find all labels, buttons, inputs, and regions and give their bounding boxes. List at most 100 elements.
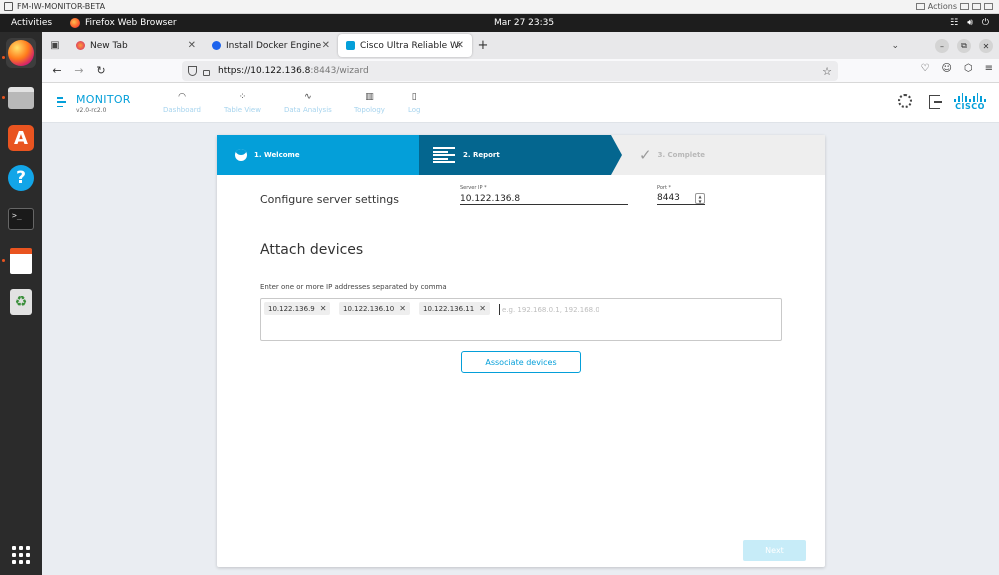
- app-brand[interactable]: MONITOR v2.0-rc2.0: [76, 93, 131, 114]
- trash-icon: ♻: [10, 289, 32, 315]
- ip-chip-label: 10.122.136.10: [343, 304, 395, 313]
- port-value: 8443: [657, 193, 680, 203]
- menu-icon[interactable]: [57, 97, 66, 107]
- nav-dashboard[interactable]: ◠ Dashboard: [163, 91, 201, 114]
- nav-label: Log: [408, 106, 421, 114]
- nav-table-view[interactable]: ⁘ Table View: [224, 91, 261, 114]
- cisco-favicon-icon: [346, 41, 355, 50]
- tab-title: Install Docker Engine on U: [226, 40, 324, 51]
- close-tab-icon[interactable]: ✕: [188, 40, 196, 51]
- vnc-close-icon[interactable]: [984, 3, 993, 10]
- cisco-wordmark: CISCO: [955, 102, 985, 111]
- browser-tab[interactable]: Install Docker Engine on U ✕: [204, 34, 338, 57]
- remove-chip-icon[interactable]: ✕: [320, 304, 327, 313]
- close-tab-icon[interactable]: ✕: [322, 40, 330, 51]
- ip-address-chip-input[interactable]: 10.122.136.9 ✕ 10.122.136.10 ✕ 10.122.13…: [260, 298, 782, 341]
- nav-topology[interactable]: ▥ Topology: [354, 91, 385, 114]
- map-icon: ▥: [365, 92, 374, 102]
- port-label: Port *: [657, 185, 672, 191]
- browser-tab-active[interactable]: Cisco Ultra Reliable Wirel ✕: [338, 34, 472, 57]
- browser-tab-strip: ▣ New Tab ✕ Install Docker Engine on U ✕…: [42, 32, 999, 59]
- dock-files[interactable]: [6, 83, 36, 113]
- step-complete[interactable]: ✓ 3. Complete: [639, 135, 825, 175]
- vnc-minimize-icon[interactable]: [960, 3, 969, 10]
- firefox-icon: [70, 18, 80, 28]
- forward-arrow-icon[interactable]: →: [68, 61, 90, 81]
- toolbar-icons: ♡ ☺ ⬡ ≡: [920, 63, 993, 74]
- port-input[interactable]: 8443 ▲ ▼: [657, 193, 705, 205]
- dock-trash[interactable]: ♻: [6, 287, 36, 317]
- step-report[interactable]: 2. Report: [419, 135, 611, 175]
- report-lines-icon: [433, 147, 455, 163]
- remove-chip-icon[interactable]: ✕: [479, 304, 486, 313]
- url-text: https://10.122.136.8:8443/wizard: [218, 66, 369, 76]
- logout-icon[interactable]: [929, 95, 942, 109]
- nav-label: Data Analysis: [284, 106, 332, 114]
- docker-favicon-icon: [212, 41, 221, 50]
- web-page: MONITOR v2.0-rc2.0 ◠ Dashboard ⁘ Table V…: [42, 83, 999, 575]
- close-window-icon[interactable]: ✕: [979, 39, 993, 53]
- bookmark-star-icon[interactable]: ☆: [822, 65, 832, 78]
- focused-app-menu[interactable]: Firefox Web Browser: [70, 18, 177, 28]
- app-name: MONITOR: [76, 93, 131, 106]
- config-section-title: Configure server settings: [260, 193, 399, 206]
- ip-chip-label: 10.122.136.9: [268, 304, 315, 313]
- list-all-tabs-icon[interactable]: ⌄: [891, 41, 899, 51]
- associate-devices-button[interactable]: Associate devices: [461, 351, 581, 373]
- tab-title: New Tab: [90, 40, 128, 51]
- close-tab-icon[interactable]: ✕: [456, 40, 464, 51]
- vnc-title: FM-IW-MONITOR-BETA: [17, 2, 106, 11]
- address-bar[interactable]: https://10.122.136.8:8443/wizard ☆: [182, 61, 838, 81]
- reload-icon[interactable]: ↻: [90, 61, 112, 81]
- restore-window-icon[interactable]: ⧉: [957, 39, 971, 53]
- account-icon[interactable]: ☺: [941, 63, 951, 74]
- remove-chip-icon[interactable]: ✕: [399, 304, 406, 313]
- url-host: https://10.122.136.8: [218, 66, 311, 76]
- tab-list-icon[interactable]: ▣: [42, 32, 68, 59]
- clock[interactable]: Mar 27 23:35: [494, 18, 554, 28]
- welcome-step-icon: [235, 149, 247, 161]
- lock-icon[interactable]: [203, 69, 210, 76]
- firefox-icon: [8, 40, 34, 66]
- nav-data-analysis[interactable]: ∿ Data Analysis: [284, 91, 332, 114]
- vnc-restore-icon[interactable]: [972, 3, 981, 10]
- vnc-actions-label[interactable]: Actions: [928, 2, 957, 11]
- pocket-icon[interactable]: ♡: [920, 63, 929, 74]
- dock-terminal[interactable]: >_: [6, 204, 36, 234]
- running-indicator: [2, 96, 5, 99]
- nav-log[interactable]: ▯ Log: [408, 91, 421, 114]
- ip-address-input[interactable]: [499, 304, 599, 315]
- extensions-icon[interactable]: ⬡: [964, 63, 973, 74]
- browser-tab[interactable]: New Tab ✕: [68, 34, 204, 57]
- nav-label: Topology: [354, 106, 385, 114]
- dock-app-center[interactable]: A: [6, 123, 36, 153]
- nav-label: Dashboard: [163, 106, 201, 114]
- app-menu-icon[interactable]: ≡: [985, 63, 993, 74]
- dock-firefox[interactable]: [6, 38, 36, 68]
- port-stepper[interactable]: ▲ ▼: [695, 193, 705, 204]
- system-tray[interactable]: ☷ 🔊︎ ⏻: [950, 18, 989, 28]
- vnc-window-icon: [4, 2, 13, 11]
- show-applications-button[interactable]: [6, 540, 36, 570]
- step-welcome[interactable]: 1. Welcome: [217, 135, 419, 175]
- running-indicator: [2, 259, 5, 262]
- back-arrow-icon[interactable]: ←: [46, 61, 68, 81]
- wizard-card: 1. Welcome 2. Report ✓ 3. Complete Confi…: [217, 135, 825, 567]
- app-header: MONITOR v2.0-rc2.0 ◠ Dashboard ⁘ Table V…: [42, 83, 999, 123]
- new-tab-button[interactable]: +: [472, 34, 494, 57]
- dock-help[interactable]: ?: [6, 163, 36, 193]
- minimize-window-icon[interactable]: –: [935, 39, 949, 53]
- settings-gear-icon[interactable]: [898, 94, 912, 108]
- server-ip-label: Server IP *: [460, 185, 487, 191]
- url-path: :8443/wizard: [310, 66, 369, 76]
- activities-button[interactable]: Activities: [0, 18, 66, 28]
- server-ip-input[interactable]: [460, 193, 628, 205]
- step-arrow: [611, 135, 622, 175]
- app-version: v2.0-rc2.0: [76, 107, 107, 114]
- dock-document-viewer[interactable]: [6, 246, 36, 276]
- help-icon: ?: [8, 165, 34, 191]
- tracking-protection-icon[interactable]: [188, 66, 197, 76]
- vnc-toolbar-icon[interactable]: [915, 3, 925, 10]
- document-icon: ▯: [411, 92, 417, 102]
- next-button[interactable]: Next: [743, 540, 806, 561]
